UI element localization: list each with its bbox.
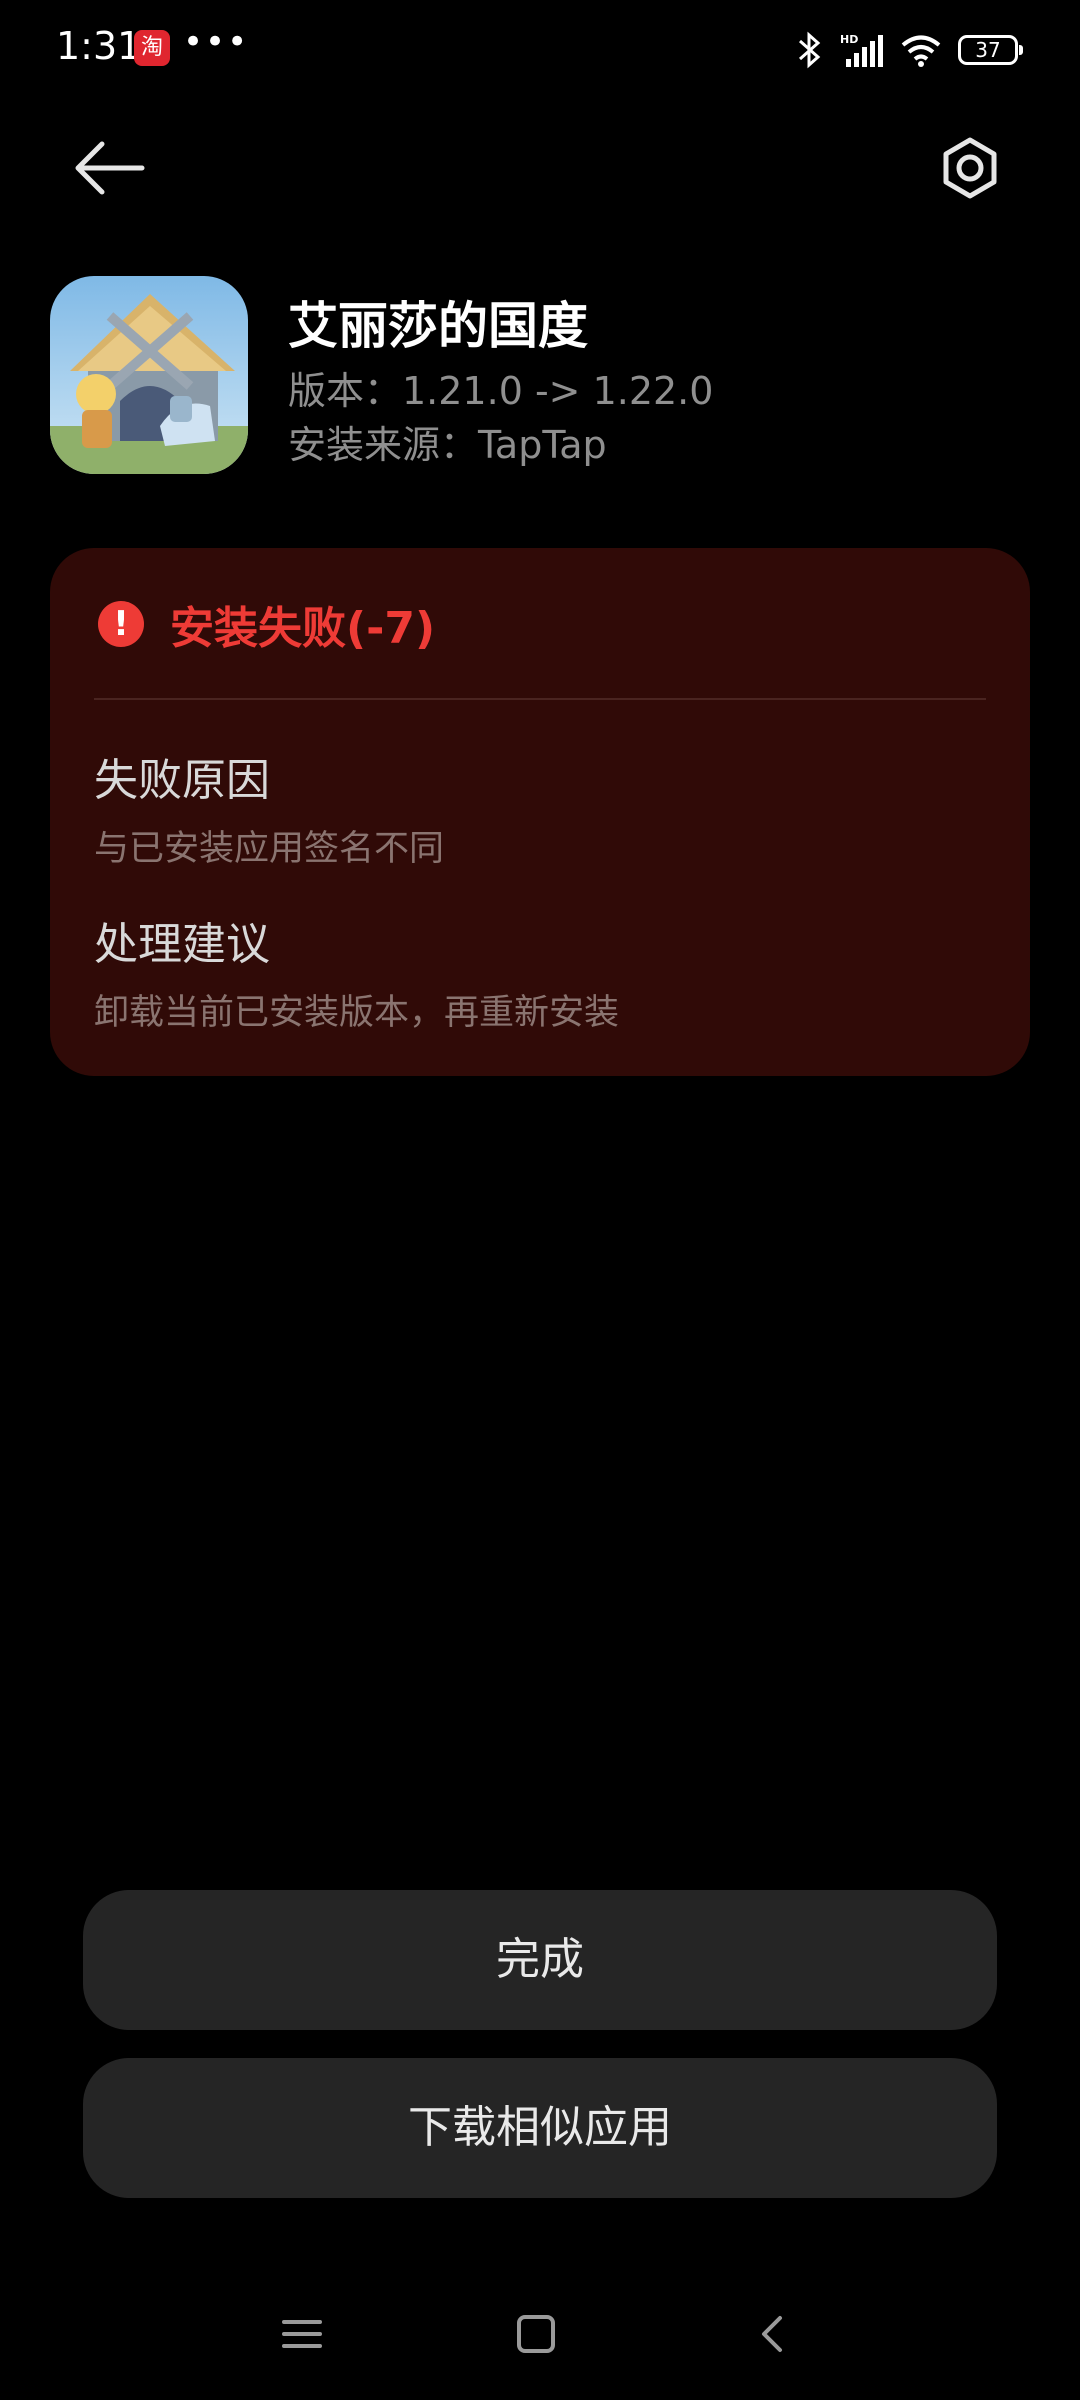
back-arrow-icon [75, 141, 145, 195]
app-name: 艾丽莎的国度 [288, 297, 588, 355]
bluetooth-icon [799, 31, 821, 69]
failure-reason-title: 失败原因 [94, 755, 270, 806]
suggestion-title: 处理建议 [94, 919, 270, 970]
error-icon: ! [98, 601, 144, 647]
failure-reason-text: 与已安装应用签名不同 [94, 829, 445, 869]
download-similar-apps-button[interactable]: 下载相似应用 [83, 2058, 997, 2198]
more-notifications-indicator: ••• [183, 22, 250, 62]
settings-button[interactable] [930, 128, 1010, 208]
svg-text:HD: HD [840, 33, 858, 46]
back-button[interactable] [72, 136, 152, 200]
done-button[interactable]: 完成 [83, 1890, 997, 2030]
home-icon[interactable] [516, 2314, 556, 2354]
battery-icon: 37 [958, 35, 1023, 65]
install-source: 安装来源：TapTap [288, 423, 607, 467]
app-version: 版本：1.21.0 -> 1.22.0 [288, 369, 714, 413]
status-icons: HD 37 [796, 28, 1023, 72]
menu-icon[interactable] [282, 2314, 322, 2354]
suggestion-text: 卸载当前已安装版本，再重新安装 [94, 993, 620, 1033]
navigation-bar [0, 2300, 1080, 2380]
error-title: 安装失败(-7) [170, 603, 436, 654]
error-header: ! 安装失败(-7) [98, 596, 435, 654]
status-bar: 1:31 淘 ••• HD 37 [0, 0, 1080, 100]
install-error-card: ! 安装失败(-7) 失败原因 与已安装应用签名不同 处理建议 卸载当前已安装版… [50, 548, 1030, 1076]
app-icon [50, 276, 248, 474]
settings-icon [943, 137, 997, 199]
divider [94, 698, 986, 700]
status-time: 1:31 [56, 24, 142, 68]
hd-signal-icon: HD [840, 33, 883, 67]
taobao-icon: 淘 [134, 30, 170, 66]
wifi-icon [901, 35, 941, 67]
back-icon[interactable] [752, 2314, 792, 2354]
